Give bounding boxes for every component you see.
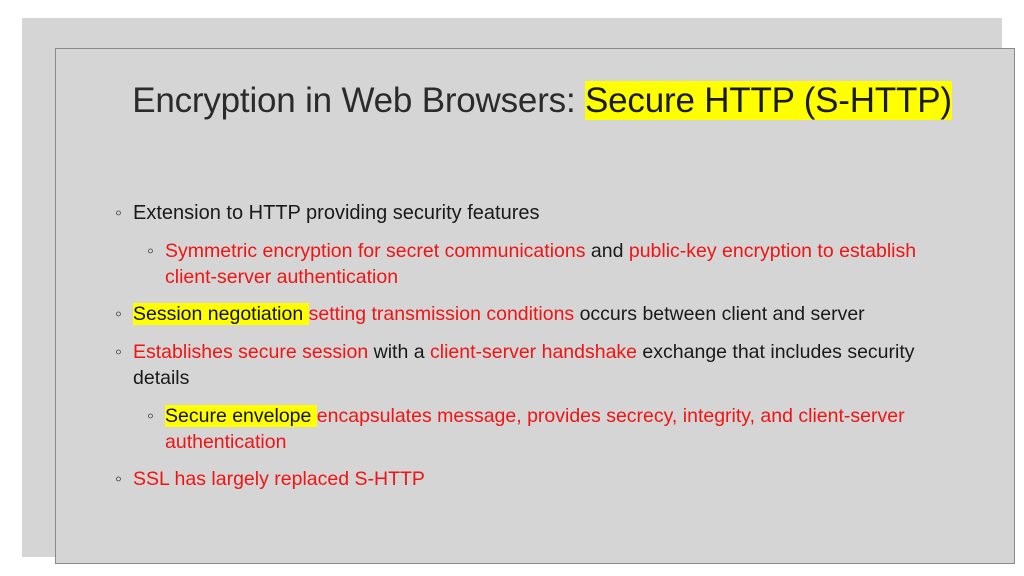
bullet-item: ◦ Symmetric encryption for secret communi… — [112, 238, 957, 290]
bullet-text: Extension to HTTP providing security fea… — [133, 200, 957, 226]
bullet-text-segment: Extension to HTTP providing security fea… — [133, 202, 540, 224]
bullet-text: Symmetric encryption for secret communic… — [165, 238, 957, 290]
bullet-text-segment: with a — [368, 341, 430, 363]
title-highlighted-text: Secure HTTP (S-HTTP) — [585, 81, 952, 120]
bullet-item: ◦ Secure envelope encapsulates message, p… — [112, 403, 957, 455]
bullet-item: ◦ Session negotiation setting transmissio… — [112, 301, 957, 327]
bullet-text: Session negotiation setting transmission… — [133, 301, 957, 327]
bullet-text-segment: Session negotiation — [133, 303, 309, 325]
bullet-marker-icon: ◦ — [115, 202, 122, 224]
bullet-marker-icon: ◦ — [115, 303, 122, 325]
bullet-marker-icon: ◦ — [147, 405, 154, 427]
slide-body: ◦ Extension to HTTP providing security fe… — [112, 200, 957, 504]
bullet-item: ◦ Establishes secure session with a clien… — [112, 339, 957, 391]
title-plain-text: Encryption in Web Browsers: — [132, 81, 586, 120]
bullet-text: SSL has largely replaced S-HTTP — [133, 466, 957, 492]
bullet-text-segment: SSL has largely replaced S-HTTP — [133, 468, 425, 490]
bullet-item: ◦ SSL has largely replaced S-HTTP — [112, 466, 957, 492]
bullet-marker-icon: ◦ — [147, 240, 154, 262]
slide-title: Encryption in Web Browsers: Secure HTTP … — [122, 80, 962, 122]
bullet-text-segment: Secure envelope — [165, 405, 317, 427]
bullet-text-segment: Symmetric encryption for secret communic… — [165, 240, 586, 262]
bullet-text: Establishes secure session with a client… — [133, 339, 957, 391]
bullet-text-segment: occurs between client and server — [574, 303, 865, 325]
bullet-item: ◦ Extension to HTTP providing security fe… — [112, 200, 957, 226]
bullet-marker-icon: ◦ — [115, 468, 122, 490]
bullet-text-segment: and — [585, 240, 629, 262]
bullet-text-segment: client-server handshake — [429, 341, 638, 363]
bullet-text: Secure envelope encapsulates message, pr… — [165, 403, 957, 455]
bullet-marker-icon: ◦ — [115, 341, 122, 363]
bullet-text-segment: setting transmission conditions — [308, 303, 575, 325]
slide-plate: Encryption in Web Browsers: Secure HTTP … — [22, 18, 1015, 564]
slide-canvas: Encryption in Web Browsers: Secure HTTP … — [0, 0, 1024, 576]
bullet-text-segment: Establishes secure session — [133, 341, 369, 363]
